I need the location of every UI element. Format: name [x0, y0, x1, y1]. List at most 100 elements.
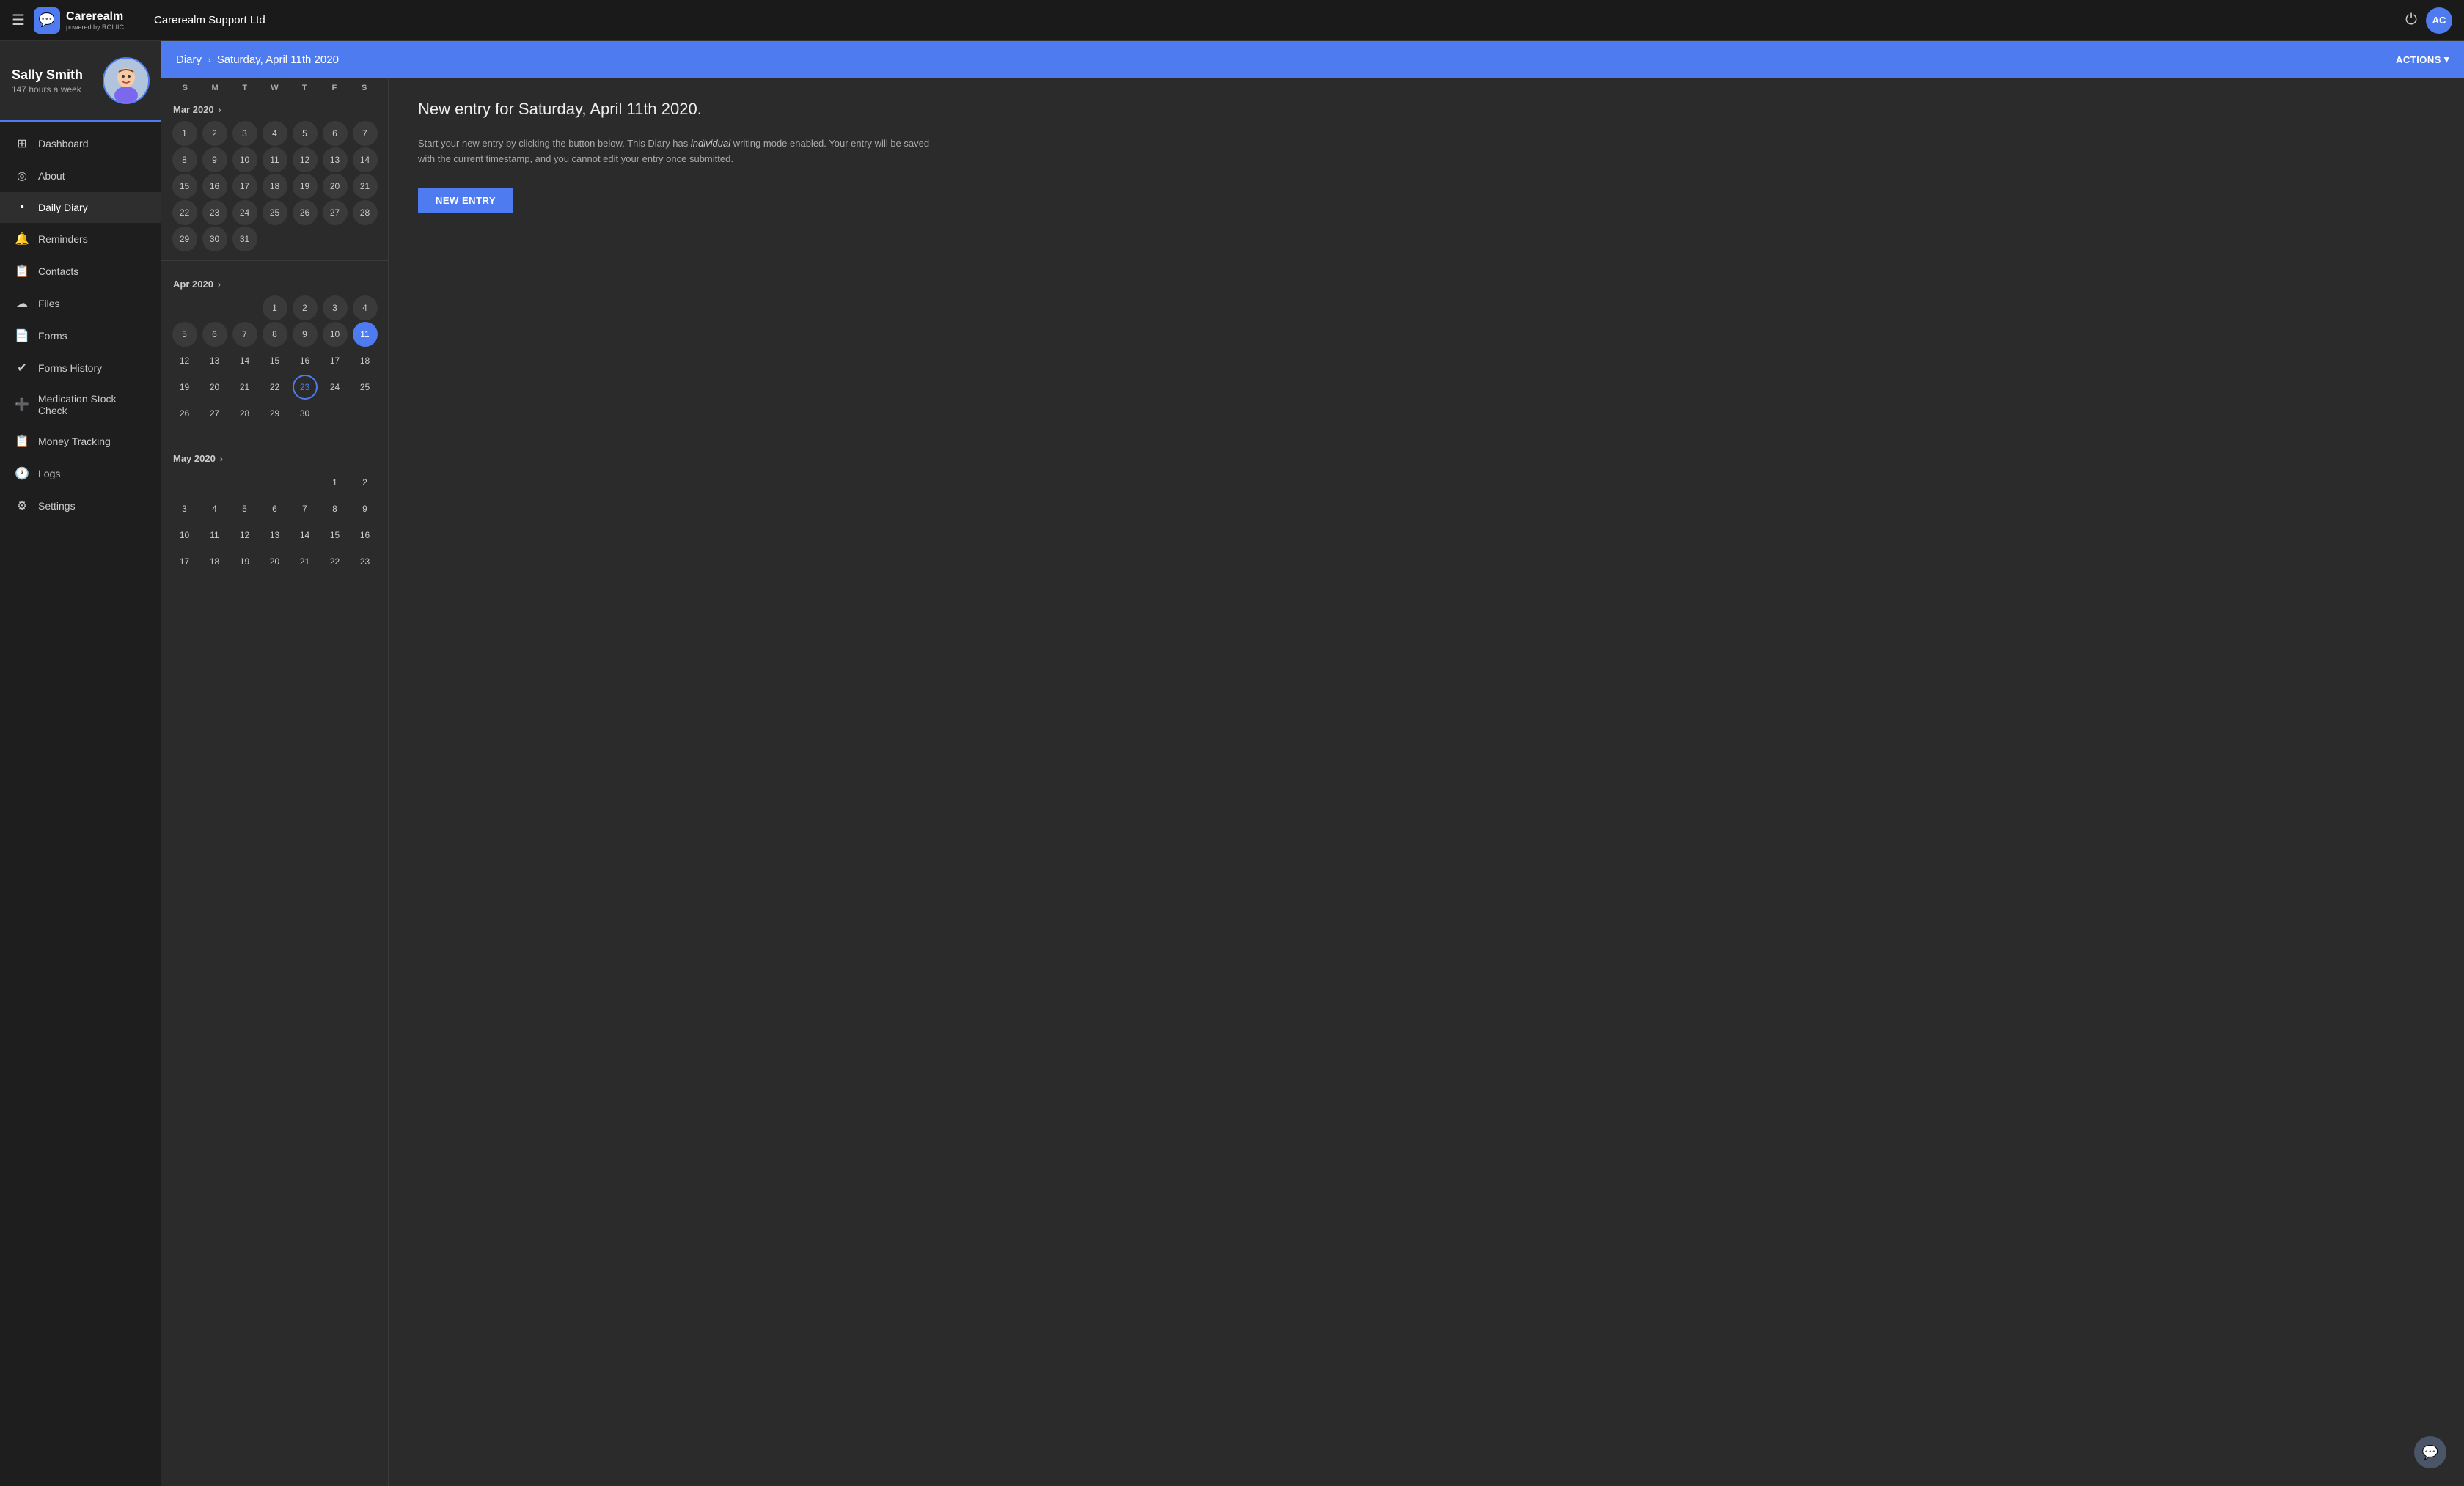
calendar-day[interactable]: 19 [232, 549, 257, 574]
calendar-day[interactable]: 31 [232, 227, 257, 251]
calendar-day[interactable]: 13 [202, 348, 227, 373]
calendar-day[interactable]: 5 [172, 322, 197, 347]
sidebar-item-money[interactable]: 📋 Money Tracking [0, 425, 161, 457]
calendar-day[interactable]: 14 [232, 348, 257, 373]
calendar-day[interactable]: 9 [293, 322, 318, 347]
calendar-day[interactable]: 23 [202, 200, 227, 225]
calendar-day[interactable]: 13 [323, 147, 348, 172]
calendar-day[interactable]: 23 [293, 375, 318, 400]
calendar-day[interactable]: 7 [353, 121, 378, 146]
calendar-day[interactable]: 16 [293, 348, 318, 373]
sidebar-item-settings[interactable]: ⚙ Settings [0, 490, 161, 522]
calendar-day[interactable]: 29 [263, 401, 287, 426]
sidebar-item-reminders[interactable]: 🔔 Reminders [0, 223, 161, 255]
calendar-day[interactable]: 3 [232, 121, 257, 146]
calendar-day[interactable]: 23 [353, 549, 378, 574]
calendar-day[interactable]: 28 [232, 401, 257, 426]
calendar-day[interactable]: 6 [323, 121, 348, 146]
month-arrow-icon[interactable]: › [218, 279, 221, 290]
calendar-day[interactable]: 28 [353, 200, 378, 225]
calendar-day[interactable]: 12 [172, 348, 197, 373]
calendar-day[interactable]: 30 [293, 401, 318, 426]
calendar-day[interactable]: 10 [323, 322, 348, 347]
calendar-day[interactable]: 22 [172, 200, 197, 225]
calendar-day[interactable]: 7 [232, 322, 257, 347]
calendar-day[interactable]: 17 [172, 549, 197, 574]
calendar-day[interactable]: 6 [263, 496, 287, 521]
calendar-day[interactable]: 1 [172, 121, 197, 146]
calendar-day[interactable]: 5 [293, 121, 318, 146]
calendar-day[interactable]: 16 [353, 523, 378, 548]
calendar-day[interactable]: 13 [263, 523, 287, 548]
calendar-day[interactable]: 10 [172, 523, 197, 548]
calendar-day[interactable]: 20 [323, 174, 348, 199]
calendar-day[interactable]: 2 [353, 470, 378, 495]
calendar-day[interactable]: 27 [323, 200, 348, 225]
calendar-day[interactable]: 1 [263, 295, 287, 320]
calendar-day[interactable]: 12 [232, 523, 257, 548]
calendar-day[interactable]: 26 [172, 401, 197, 426]
sidebar-item-about[interactable]: ◎ About [0, 160, 161, 192]
calendar-day[interactable]: 27 [202, 401, 227, 426]
month-arrow-icon[interactable]: › [219, 105, 221, 115]
calendar-day[interactable]: 18 [263, 174, 287, 199]
calendar-day[interactable]: 15 [323, 523, 348, 548]
calendar-day[interactable]: 14 [293, 523, 318, 548]
sidebar-item-medication[interactable]: ➕ Medication Stock Check [0, 384, 161, 425]
calendar-day[interactable]: 4 [353, 295, 378, 320]
sidebar-item-contacts[interactable]: 📋 Contacts [0, 255, 161, 287]
calendar-day[interactable]: 12 [293, 147, 318, 172]
calendar-day[interactable]: 25 [263, 200, 287, 225]
calendar-day[interactable]: 8 [323, 496, 348, 521]
calendar-day[interactable]: 9 [202, 147, 227, 172]
calendar-day[interactable]: 19 [293, 174, 318, 199]
sidebar-item-files[interactable]: ☁ Files [0, 287, 161, 320]
power-icon[interactable]: ⏻ [2405, 12, 2417, 29]
calendar-day[interactable]: 4 [202, 496, 227, 521]
calendar-day[interactable]: 21 [293, 549, 318, 574]
calendar-day[interactable]: 18 [353, 348, 378, 373]
calendar-day[interactable]: 26 [293, 200, 318, 225]
calendar-day[interactable]: 30 [202, 227, 227, 251]
calendar-day[interactable]: 5 [232, 496, 257, 521]
calendar-day[interactable]: 24 [232, 200, 257, 225]
hamburger-icon[interactable]: ☰ [12, 11, 25, 29]
calendar-day[interactable]: 10 [232, 147, 257, 172]
calendar-day[interactable]: 15 [172, 174, 197, 199]
calendar-day[interactable]: 14 [353, 147, 378, 172]
calendar-day[interactable]: 11 [353, 322, 378, 347]
calendar-day[interactable]: 2 [293, 295, 318, 320]
sidebar-item-forms-history[interactable]: ✔ Forms History [0, 352, 161, 384]
calendar-day[interactable]: 17 [323, 348, 348, 373]
sidebar-item-forms[interactable]: 📄 Forms [0, 320, 161, 352]
calendar-day[interactable]: 22 [263, 375, 287, 400]
calendar-day[interactable]: 15 [263, 348, 287, 373]
calendar-day[interactable]: 11 [202, 523, 227, 548]
calendar-day[interactable]: 1 [323, 470, 348, 495]
calendar-day[interactable]: 2 [202, 121, 227, 146]
sidebar-item-dashboard[interactable]: ⊞ Dashboard [0, 128, 161, 160]
calendar-day[interactable]: 11 [263, 147, 287, 172]
sidebar-item-daily-diary[interactable]: ▪ Daily Diary [0, 192, 161, 223]
sidebar-item-logs[interactable]: 🕐 Logs [0, 457, 161, 490]
breadcrumb-diary[interactable]: Diary [176, 54, 202, 66]
calendar-day[interactable]: 3 [323, 295, 348, 320]
calendar-day[interactable]: 17 [232, 174, 257, 199]
calendar-day[interactable]: 16 [202, 174, 227, 199]
calendar-day[interactable]: 21 [353, 174, 378, 199]
new-entry-button[interactable]: NEW ENTRY [418, 188, 513, 213]
calendar-day[interactable]: 6 [202, 322, 227, 347]
calendar-day[interactable]: 9 [353, 496, 378, 521]
calendar-day[interactable]: 8 [263, 322, 287, 347]
calendar-day[interactable]: 18 [202, 549, 227, 574]
calendar-day[interactable]: 8 [172, 147, 197, 172]
actions-button[interactable]: ACTIONS ▾ [2396, 54, 2449, 65]
calendar-day[interactable]: 20 [202, 375, 227, 400]
chat-bubble-button[interactable]: 💬 [2414, 1436, 2446, 1468]
calendar-day[interactable]: 20 [263, 549, 287, 574]
calendar-day[interactable]: 29 [172, 227, 197, 251]
calendar-day[interactable]: 3 [172, 496, 197, 521]
calendar-day[interactable]: 21 [232, 375, 257, 400]
calendar-day[interactable]: 25 [353, 375, 378, 400]
calendar-day[interactable]: 4 [263, 121, 287, 146]
